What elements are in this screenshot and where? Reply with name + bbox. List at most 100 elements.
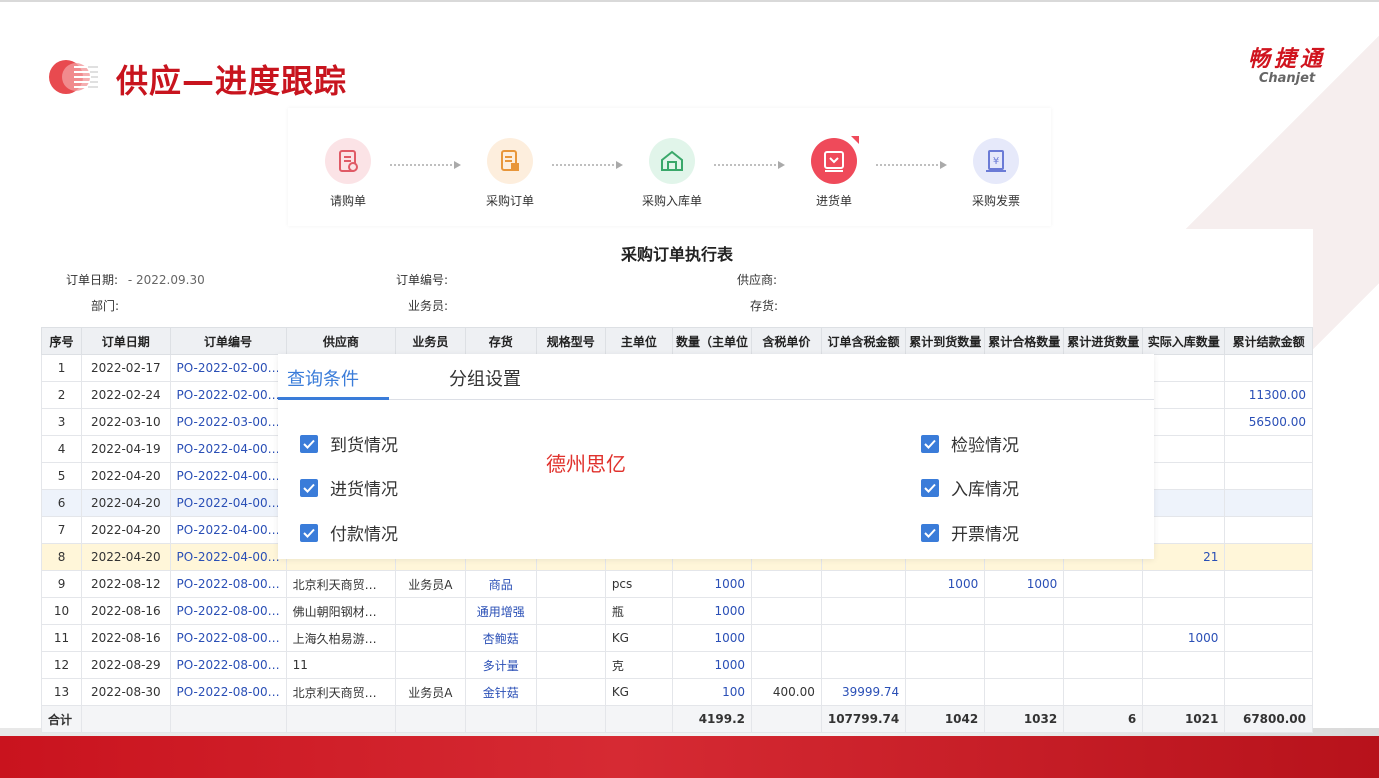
table-cell-unit: 瓶 (604, 597, 674, 625)
table-cell-stored: 21 (1142, 543, 1226, 571)
table-cell-order[interactable]: PO-2022-02-00… (169, 354, 287, 382)
flow-arrow-icon (552, 161, 623, 169)
warehouse-in-icon (649, 138, 695, 184)
table-cell-date: 2022-08-16 (81, 597, 171, 625)
requisition-icon (325, 138, 371, 184)
table-cell-price (751, 624, 822, 652)
table-cell-stock: 商品 (464, 570, 537, 598)
column-header[interactable]: 订单编号 (169, 327, 287, 355)
column-header[interactable]: 订单日期 (81, 327, 171, 355)
stock-field[interactable]: 存货: (750, 297, 778, 314)
checkbox-checked-icon (300, 478, 318, 497)
table-cell-paid: 56500.00 (1224, 408, 1313, 436)
column-header[interactable]: 累计进货数量 (1063, 327, 1144, 355)
table-row[interactable]: 13 2022-08-30 PO-2022-08-00… 北京利天商贸… 业务员A 金针菇… (40, 678, 1313, 706)
checkbox-receiving[interactable]: 进货情况 (300, 475, 398, 500)
table-cell-order[interactable]: PO-2022-04-00… (169, 435, 287, 463)
flow-step-receiving[interactable]: 进货单 (784, 136, 884, 209)
table-cell-date: 2022-04-20 (81, 516, 171, 544)
order-date-field[interactable]: 订单日期: - 2022.09.30 (66, 271, 205, 288)
checkbox-payment[interactable]: 付款情况 (300, 520, 398, 545)
table-cell (285, 705, 397, 733)
column-header[interactable]: 累计结款金额 (1224, 327, 1313, 355)
tab-query-conditions[interactable]: 查询条件 (287, 365, 359, 391)
column-header[interactable]: 实际入库数量 (1142, 327, 1226, 355)
checkbox-checked-icon (300, 434, 318, 453)
table-cell (81, 705, 171, 733)
flow-step-warehouse-in[interactable]: 采购入库单 (622, 138, 722, 209)
table-cell-supplier: 佛山朝阳钢材… (285, 597, 397, 625)
supplier-field[interactable]: 供应商: (737, 271, 777, 288)
column-header[interactable]: 累计合格数量 (984, 327, 1065, 355)
table-cell-arrived: 1000 (905, 570, 986, 598)
table-cell-price (751, 651, 822, 679)
table-cell-date: 2022-04-20 (81, 543, 171, 571)
checkbox-label: 到货情况 (330, 436, 398, 456)
table-cell-order[interactable]: PO-2022-04-00… (169, 543, 287, 571)
table-header-row: 序号 订单日期 订单编号 供应商 业务员 存货 规格型号 主单位 数量（主单位 … (40, 327, 1313, 355)
column-header[interactable]: 序号 (40, 327, 83, 355)
table-cell-paid (1224, 543, 1313, 571)
table-cell-order[interactable]: PO-2022-02-00… (169, 381, 287, 409)
flow-step-purchase-order[interactable]: 采购订单 (460, 138, 560, 209)
order-no-field[interactable]: 订单编号: (396, 271, 448, 288)
column-header[interactable]: 数量（主单位 (671, 327, 753, 355)
tab-group-settings[interactable]: 分组设置 (449, 365, 521, 391)
table-cell-date: 2022-08-30 (81, 678, 171, 706)
column-header[interactable]: 业务员 (395, 327, 466, 355)
table-cell-no: 4 (40, 435, 83, 463)
checkbox-warehousing[interactable]: 入库情况 (921, 475, 1019, 500)
column-header[interactable]: 含税单价 (751, 327, 822, 355)
table-cell-order[interactable]: PO-2022-08-00… (169, 678, 287, 706)
checkbox-checked-icon (300, 523, 318, 542)
column-header[interactable]: 订单含税金额 (820, 327, 907, 355)
table-cell-unit: 克 (604, 651, 674, 679)
table-cell-date: 2022-04-19 (81, 435, 171, 463)
flow-step-label: 采购入库单 (641, 194, 702, 208)
table-cell-paid (1224, 651, 1313, 679)
table-cell-order[interactable]: PO-2022-08-00… (169, 597, 287, 625)
table-cell-order[interactable]: PO-2022-04-00… (169, 462, 287, 490)
table-row[interactable]: 10 2022-08-16 PO-2022-08-00… 佛山朝阳钢材… 通用增强 瓶 10… (40, 597, 1313, 625)
table-cell-received (1063, 678, 1144, 706)
table-cell-order[interactable]: PO-2022-04-00… (169, 489, 287, 517)
table-cell-date: 2022-02-24 (81, 381, 171, 409)
table-cell-order[interactable]: PO-2022-03-00… (169, 408, 287, 436)
checkbox-invoicing[interactable]: 开票情况 (921, 520, 1019, 545)
checkbox-arrival[interactable]: 到货情况 (300, 431, 398, 456)
active-tab-indicator (278, 397, 389, 400)
table-cell-no: 8 (40, 543, 83, 571)
purchase-order-icon (487, 138, 533, 184)
column-header[interactable]: 供应商 (285, 327, 397, 355)
table-cell-stored (1142, 462, 1226, 490)
report-title: 采购订单执行表 (620, 245, 733, 264)
table-cell-supplier: 北京利天商贸… (285, 678, 397, 706)
table-row[interactable]: 12 2022-08-29 PO-2022-08-00… 11 多计量 克 1000 (40, 651, 1313, 679)
table-cell-stored (1142, 435, 1226, 463)
table-row[interactable]: 9 2022-08-12 PO-2022-08-00… 北京利天商贸… 业务员A 商品 pc… (40, 570, 1313, 598)
table-cell-order[interactable]: PO-2022-08-00… (169, 651, 287, 679)
table-cell-no: 7 (40, 516, 83, 544)
table-cell-stored (1142, 570, 1226, 598)
flow-step-requisition[interactable]: 请购单 (298, 138, 398, 209)
checkbox-inspection[interactable]: 检验情况 (921, 431, 1019, 456)
column-header[interactable]: 累计到货数量 (905, 327, 986, 355)
flow-step-invoice[interactable]: ¥ 采购发票 (946, 138, 1046, 209)
checkbox-checked-icon (921, 523, 939, 542)
table-cell-qty: 1000 (671, 570, 753, 598)
table-cell-order[interactable]: PO-2022-04-00… (169, 516, 287, 544)
table-cell-no: 1 (40, 354, 83, 382)
table-cell-price (751, 597, 822, 625)
table-cell-supplier: 11 (285, 651, 397, 679)
column-header[interactable]: 存货 (464, 327, 537, 355)
table-cell-order[interactable]: PO-2022-08-00… (169, 570, 287, 598)
dept-field[interactable]: 部门: (91, 297, 119, 314)
table-cell-salesman: 业务员A (395, 678, 466, 706)
checkbox-label: 进货情况 (330, 480, 398, 500)
table-cell-amount (820, 570, 907, 598)
salesman-field[interactable]: 业务员: (408, 297, 448, 314)
table-row[interactable]: 11 2022-08-16 PO-2022-08-00… 上海久柏易游… 杏鲍菇 KG 10… (40, 624, 1313, 652)
table-cell-order[interactable]: PO-2022-08-00… (169, 624, 287, 652)
column-header[interactable]: 规格型号 (535, 327, 606, 355)
column-header[interactable]: 主单位 (604, 327, 674, 355)
